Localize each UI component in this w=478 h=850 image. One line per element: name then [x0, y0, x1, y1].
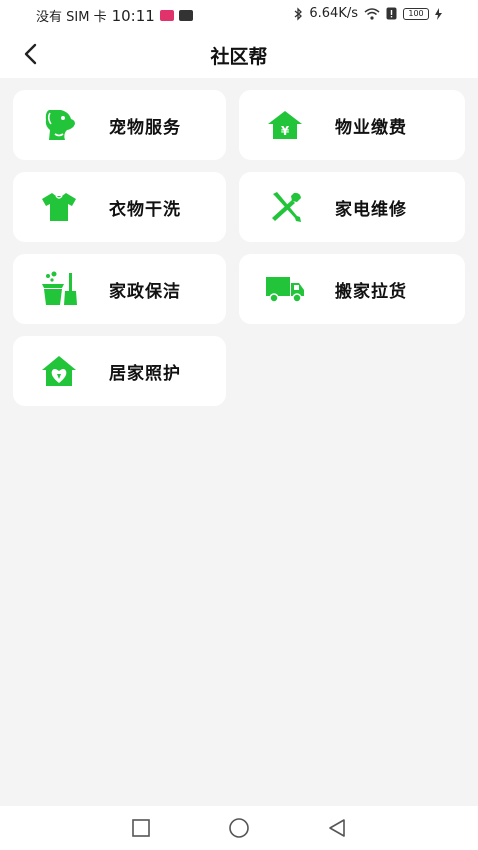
service-grid: 宠物服务 ¥ 物业缴费 衣物干洗 家电维修 家政保洁 搬家拉货 居家照护: [13, 90, 465, 406]
service-card-home-care[interactable]: 居家照护: [13, 336, 226, 406]
service-card-housekeeping[interactable]: 家政保洁: [13, 254, 226, 324]
svg-text:¥: ¥: [281, 124, 290, 138]
notification-image-icon: [178, 10, 193, 21]
page-title: 社区帮: [210, 46, 268, 68]
service-label: 居家照护: [109, 363, 181, 384]
home-button[interactable]: [225, 814, 253, 842]
service-label: 搬家拉货: [335, 281, 407, 302]
house-yuan-icon: ¥: [265, 105, 305, 145]
truck-icon: [265, 269, 305, 309]
service-card-pet[interactable]: 宠物服务: [13, 90, 226, 160]
shirt-icon: [39, 187, 79, 227]
triangle-left-icon: [329, 819, 345, 837]
service-label: 宠物服务: [109, 117, 181, 138]
service-label: 物业缴费: [335, 117, 407, 138]
battery-indicator: 100: [403, 7, 429, 20]
service-label: 家电维修: [335, 199, 407, 220]
cleaning-icon: [39, 269, 79, 309]
service-label: 家政保洁: [109, 281, 181, 302]
pet-dog-icon: [39, 105, 79, 145]
carrier-text: 没有 SIM 卡: [36, 10, 107, 25]
system-back-button[interactable]: [323, 814, 351, 842]
service-card-dry-clean[interactable]: 衣物干洗: [13, 172, 226, 242]
wifi-icon: [364, 7, 380, 20]
service-card-appliance-repair[interactable]: 家电维修: [239, 172, 465, 242]
notification-app-icon: [159, 10, 174, 21]
network-speed: 6.64K/s: [309, 6, 358, 21]
service-card-moving[interactable]: 搬家拉货: [239, 254, 465, 324]
recent-apps-button[interactable]: [127, 814, 155, 842]
app-header: 社区帮: [0, 30, 478, 78]
sim-alert-icon: [386, 7, 397, 20]
status-left: 没有 SIM 卡 10:11: [36, 6, 193, 25]
tools-icon: [265, 187, 305, 227]
bluetooth-icon: [294, 6, 303, 21]
service-card-property-fee[interactable]: ¥ 物业缴费: [239, 90, 465, 160]
circle-icon: [229, 818, 249, 838]
home-care-icon: [39, 351, 79, 391]
square-icon: [132, 819, 150, 837]
clock-text: 10:11: [111, 6, 155, 25]
charging-icon: [435, 7, 442, 20]
status-bar: 没有 SIM 卡 10:11 6.64K/s 100: [0, 0, 478, 30]
system-nav-bar: [0, 806, 478, 850]
status-right: 6.64K/s 100: [293, 6, 442, 21]
service-label: 衣物干洗: [109, 199, 181, 220]
